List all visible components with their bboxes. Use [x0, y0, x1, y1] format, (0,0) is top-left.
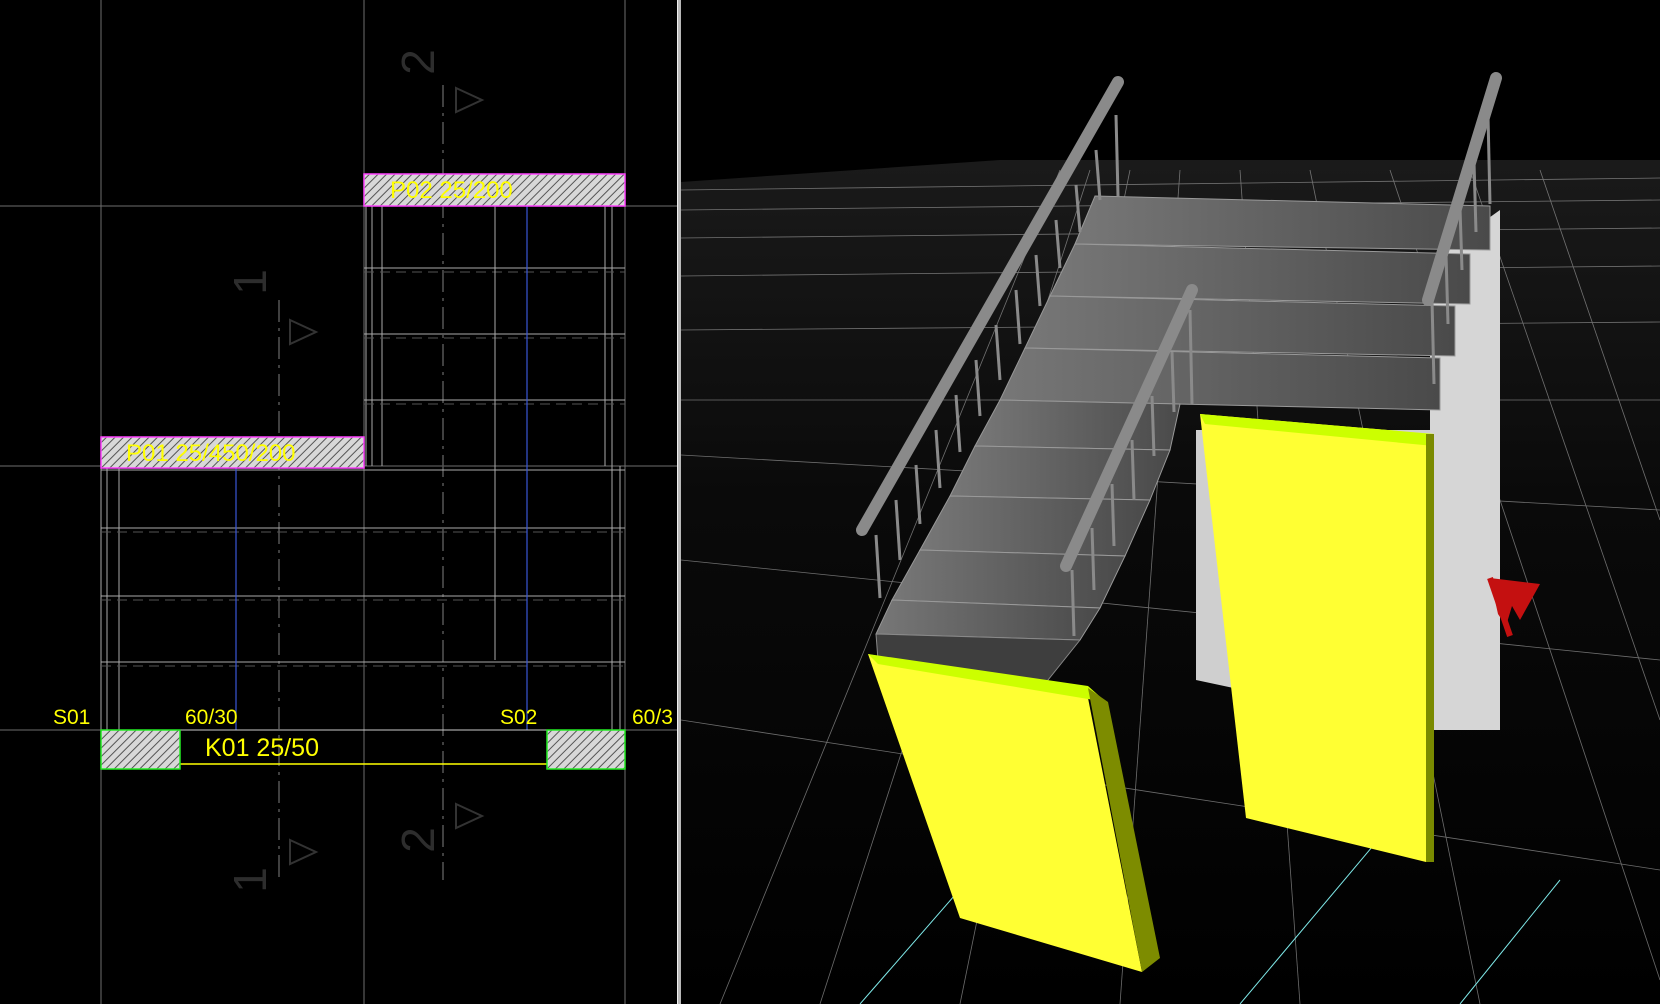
slab-p01[interactable]: P01 25/450/200	[100, 436, 365, 469]
column-s01-size: 60/30	[185, 706, 238, 729]
plan-view[interactable]: 1 2 2 1 P02 25/200 P01 25/450/200 K01 25…	[0, 0, 677, 1004]
column-s02[interactable]: S02 60/3	[500, 706, 673, 770]
column-s01-label: S01	[53, 706, 90, 729]
svg-text:2: 2	[392, 49, 444, 75]
column-s02-size: 60/3	[632, 706, 673, 729]
svg-text:1: 1	[224, 269, 276, 295]
model-3d-view[interactable]	[681, 0, 1660, 1004]
section-mark-2-top: 2	[392, 49, 485, 114]
slab-p02-label: P02 25/200	[390, 177, 513, 204]
slab-p02[interactable]: P02 25/200	[363, 173, 626, 207]
model-3d-canvas[interactable]	[681, 0, 1660, 1004]
beam-k01-label: K01 25/50	[205, 734, 319, 762]
section-mark-2-bottom: 2	[392, 802, 485, 853]
svg-text:1: 1	[224, 867, 276, 893]
section-mark-1-bottom: 1	[224, 838, 319, 893]
svg-text:2: 2	[392, 827, 444, 853]
stair-run-upper	[364, 206, 625, 660]
stair-run-lower	[100, 466, 625, 730]
grid-lines	[0, 0, 677, 1004]
plan-drawing[interactable]: 1 2 2 1 P02 25/200 P01 25/450/200 K01 25…	[0, 0, 677, 1004]
section-mark-1-top: 1	[224, 269, 319, 346]
slab-p01-label: P01 25/450/200	[126, 440, 296, 467]
column-s02-label: S02	[500, 706, 537, 729]
